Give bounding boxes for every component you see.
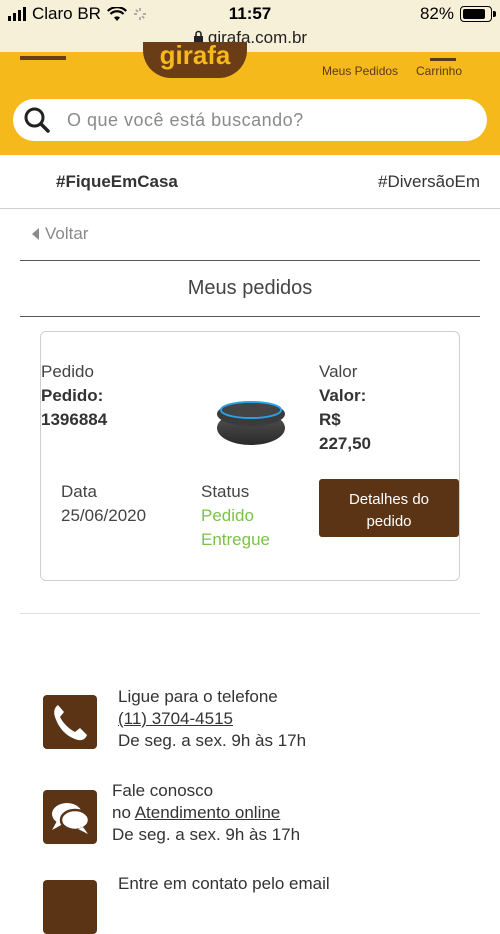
value-amount: 227,50 [319,434,371,453]
battery-percent: 82% [419,4,454,23]
ios-status-bar: Claro BR 11:57 82% [0,0,500,28]
chat-contact-text: Fale conosco no Atendimento online De se… [112,780,300,846]
battery-info: 82% [419,4,496,24]
chat-icon [43,790,97,844]
site-logo[interactable]: girafa [143,42,247,78]
phone-icon [43,695,97,749]
status-value-line1: Pedido [201,506,254,525]
back-label: Voltar [45,224,89,243]
order-card: Pedido Pedido: 1396884 Valor Valor: R$ 2… [40,331,460,581]
chat-line1: Fale conosco [112,781,214,800]
order-label: Pedido: [41,386,104,405]
product-image [217,401,285,445]
divider [20,260,480,261]
status-label: Status [201,482,250,501]
site-header: girafa Meus Pedidos Carrinho [0,42,500,155]
divider [20,316,480,317]
search-bar[interactable] [13,99,487,141]
email-icon [43,880,97,934]
phone-contact-text: Ligue para o telefone (11) 3704-4515 De … [118,686,306,752]
value-heading: Valor [319,362,358,381]
email-line1: Entre em contato pelo email [118,874,330,893]
value-label: Valor: [319,386,367,405]
address-bar[interactable]: girafa.com.br [0,28,500,52]
page-title: Meus pedidos [187,277,313,299]
chat-prefix: no [112,803,131,822]
order-number: 1396884 [41,410,108,429]
phone-hours: De seg. a sex. 9h às 17h [118,731,307,750]
order-details-button[interactable]: Detalhes do pedido [319,479,459,537]
battery-icon [460,6,496,22]
order-heading: Pedido [41,362,94,381]
menu-icon[interactable] [20,56,66,60]
my-orders-link[interactable]: Meus Pedidos [322,64,398,78]
tag-diversao[interactable]: #DiversãoEm [378,172,480,192]
details-line1: Detalhes do [348,491,430,508]
hashtag-strip: #FiqueEmCasa #DiversãoEm [0,155,500,209]
back-link[interactable]: Voltar [32,224,88,244]
email-contact-text: Entre em contato pelo email [118,873,330,895]
search-icon[interactable] [23,106,51,134]
divider [20,613,480,614]
status-value-line2: Entregue [201,530,270,549]
cart-link[interactable]: Carrinho [416,64,462,78]
phone-line1: Ligue para o telefone [118,687,278,706]
order-date: 25/06/2020 [61,506,147,525]
value-currency: R$ [319,410,341,429]
online-support-link[interactable]: Atendimento online [135,803,281,822]
phone-number-link[interactable]: (11) 3704-4515 [118,709,233,728]
chat-hours: De seg. a sex. 9h às 17h [112,825,301,844]
search-input[interactable] [65,108,469,132]
details-line2: pedido [366,513,412,530]
chat-line2: no Atendimento online [112,802,300,824]
back-arrow-icon [32,228,39,240]
cart-icon[interactable] [430,52,456,61]
tag-fique-em-casa[interactable]: #FiqueEmCasa [56,172,178,192]
date-label: Data [61,482,97,501]
